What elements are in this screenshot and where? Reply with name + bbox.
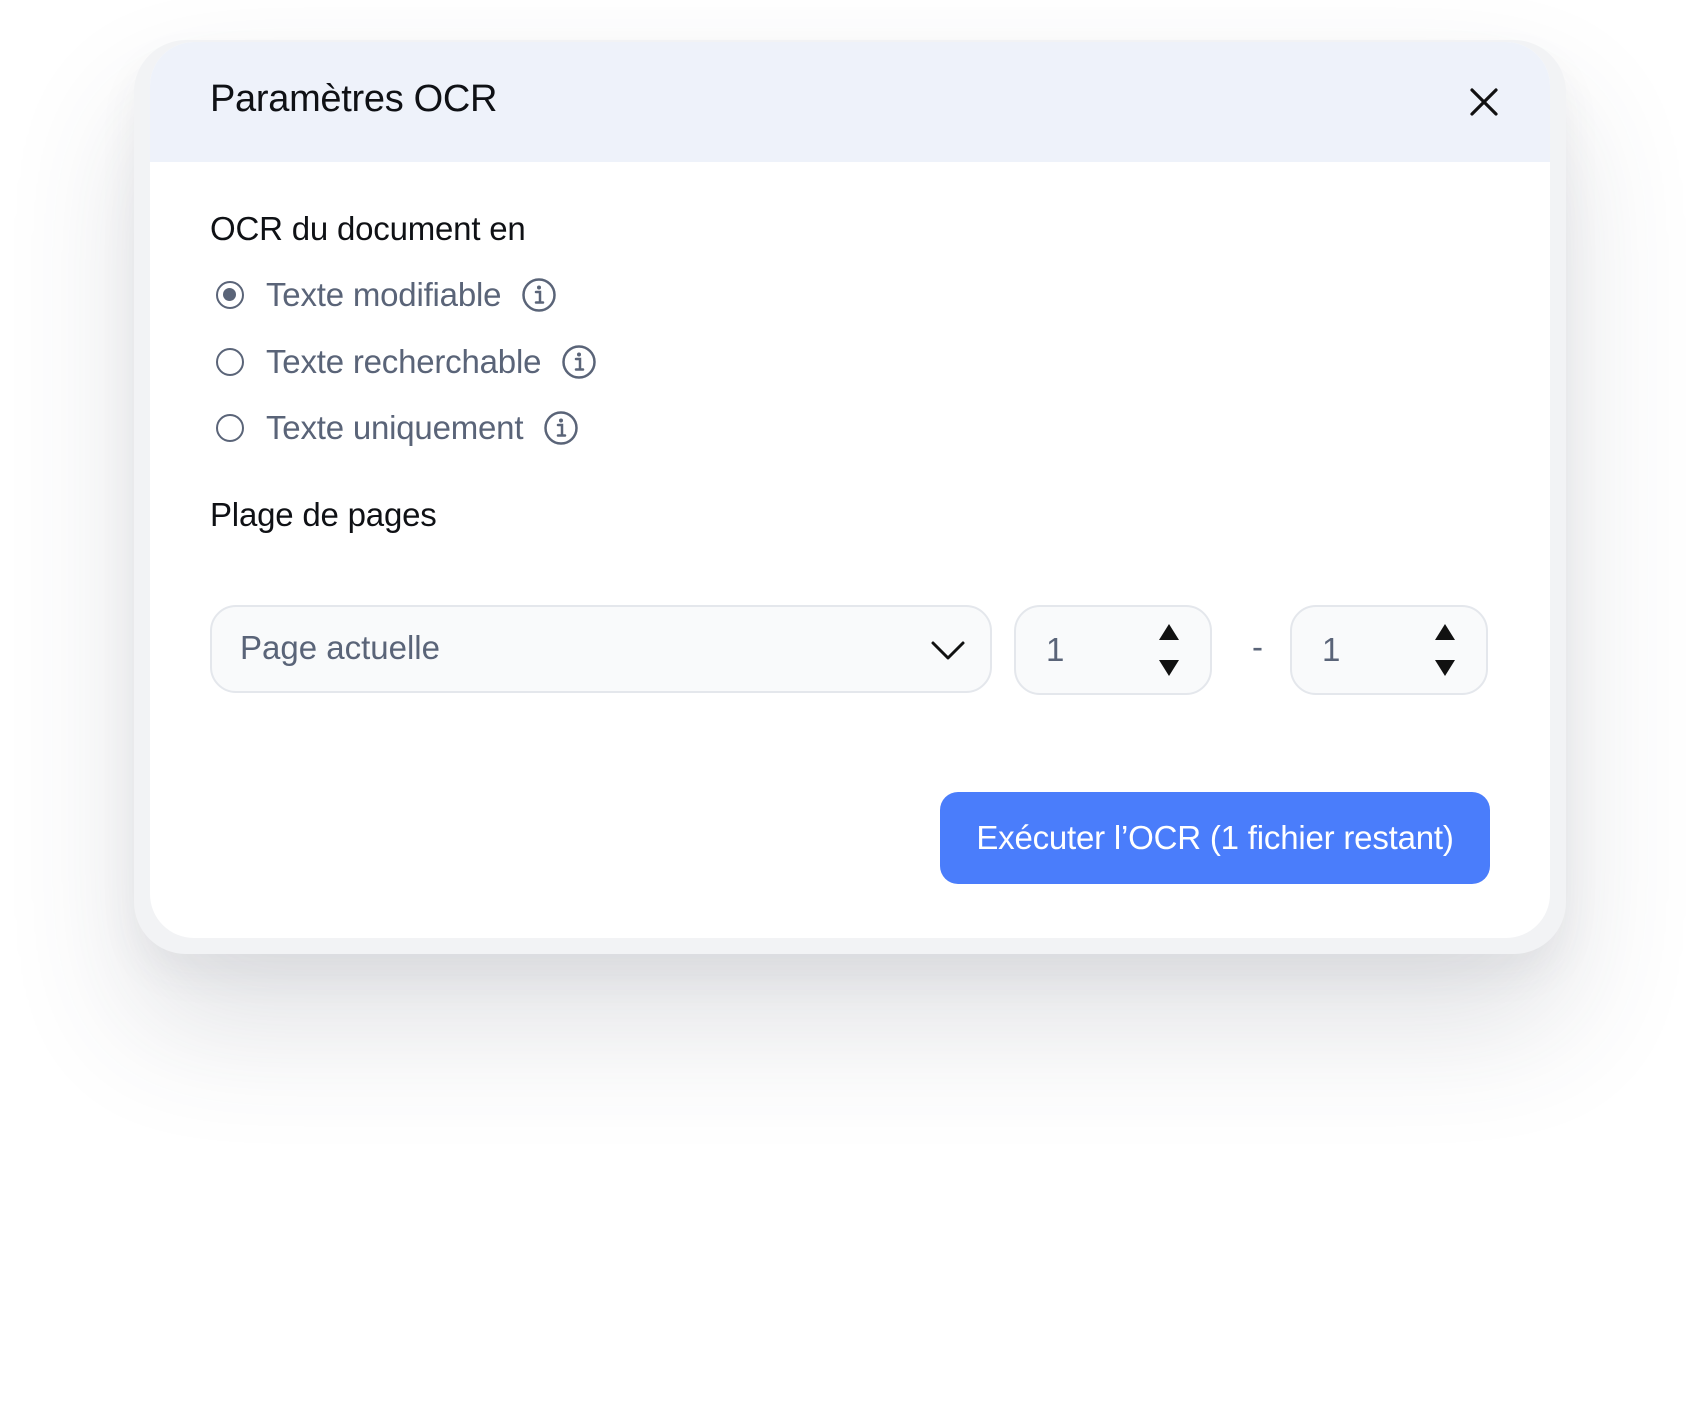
radio-option-editable-text[interactable]: Texte modifiable xyxy=(216,275,557,315)
page-range-select-value: Page actuelle xyxy=(240,629,440,666)
radio-label: Texte uniquement xyxy=(266,409,524,446)
page-to-value[interactable]: 1 xyxy=(1322,631,1340,669)
decrement-arrow-icon[interactable] xyxy=(1158,659,1180,677)
ocr-settings-dialog: Paramètres OCR OCR du document en Texte … xyxy=(150,42,1550,938)
dialog-title: Paramètres OCR xyxy=(210,78,498,120)
radio-button-checked[interactable] xyxy=(216,281,244,309)
close-icon[interactable] xyxy=(1464,82,1504,122)
info-icon[interactable] xyxy=(521,277,557,313)
radio-option-text-only[interactable]: Texte uniquement xyxy=(216,408,579,448)
decrement-arrow-icon[interactable] xyxy=(1434,659,1456,677)
increment-arrow-icon[interactable] xyxy=(1158,623,1180,641)
page-from-value[interactable]: 1 xyxy=(1046,631,1064,669)
page-range-heading: Plage de pages xyxy=(210,496,437,533)
radio-option-searchable-text[interactable]: Texte recherchable xyxy=(216,342,597,382)
radio-button[interactable] xyxy=(216,414,244,442)
chevron-down-icon xyxy=(931,641,965,660)
page-range-select[interactable]: Page actuelle xyxy=(210,605,992,693)
increment-arrow-icon[interactable] xyxy=(1434,623,1456,641)
radio-button[interactable] xyxy=(216,348,244,376)
page-to-stepper[interactable]: 1 xyxy=(1290,605,1488,695)
info-icon[interactable] xyxy=(543,410,579,446)
range-separator: - xyxy=(1252,628,1263,665)
page: Paramètres OCR OCR du document en Texte … xyxy=(0,0,1690,1410)
page-from-stepper[interactable]: 1 xyxy=(1014,605,1212,695)
radio-label: Texte recherchable xyxy=(266,343,542,380)
radio-label: Texte modifiable xyxy=(266,276,502,313)
info-icon[interactable] xyxy=(561,344,597,380)
dialog-header: Paramètres OCR xyxy=(150,42,1550,162)
ocr-mode-heading: OCR du document en xyxy=(210,210,526,247)
run-ocr-button[interactable]: Exécuter l’OCR (1 fichier restant) xyxy=(940,792,1490,884)
